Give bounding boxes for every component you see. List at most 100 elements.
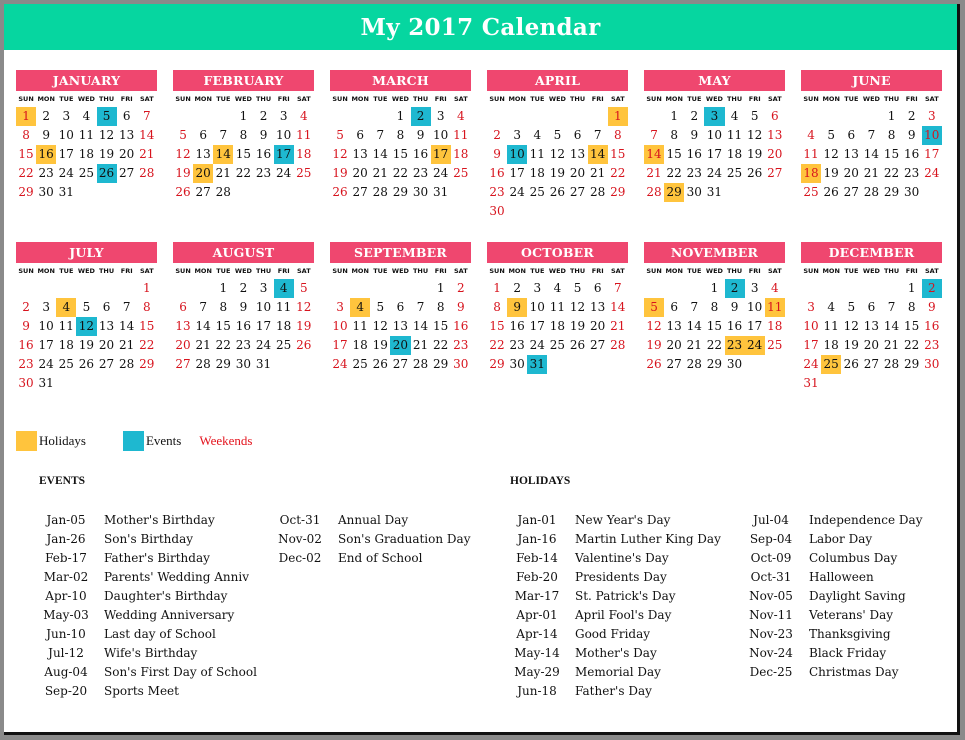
day-cell: 2 xyxy=(690,109,699,123)
day-cell: 1 xyxy=(219,281,228,295)
day-cell: 9 xyxy=(493,147,501,161)
weekday-label: TUE xyxy=(216,95,231,103)
day-cell: 14 xyxy=(610,300,626,314)
day-cell: 8 xyxy=(887,128,896,142)
day-cell: 22 xyxy=(215,338,231,352)
weekday-label: FRI xyxy=(120,267,133,275)
day-cell: 1 xyxy=(396,109,405,123)
month-january: JANUARY SUN MON TUE WED THU FRI SAT 1 2 3 4 5 6 7 8 9 10 1… xyxy=(16,70,157,202)
event-day-cell: 17 xyxy=(273,145,294,164)
day-cell: 15 xyxy=(904,319,920,333)
day-cell: 19 xyxy=(98,147,115,161)
list-item: Jan-16 Martin Luther King Day xyxy=(507,529,720,548)
day-cell: 12 xyxy=(823,147,839,161)
item-name: Last day of School xyxy=(104,626,216,641)
item-date: Mar-17 xyxy=(514,588,560,603)
day-cell: 25 xyxy=(296,166,312,180)
item-name: St. Patrick's Day xyxy=(575,588,676,603)
day-cell: 21 xyxy=(590,166,606,180)
item-name: Thanksgiving xyxy=(809,626,891,641)
month-header: OCTOBER xyxy=(487,242,628,263)
day-cell: 13 xyxy=(352,147,368,161)
list-item: Jun-10 Last day of School xyxy=(36,624,257,643)
weekday-label: WED xyxy=(862,95,880,103)
item-name: Wedding Anniversary xyxy=(104,607,235,622)
day-cell: 8 xyxy=(239,128,248,142)
empty-day xyxy=(882,279,902,298)
empty-day xyxy=(644,279,664,298)
empty-day xyxy=(568,107,588,126)
weekday-header-row: SUN MON TUE WED THU FRI SAT xyxy=(330,91,471,107)
day-cell: 16 xyxy=(255,147,272,161)
item-name: Columbus Day xyxy=(809,550,898,565)
day-cell: 26 xyxy=(78,357,95,371)
item-date: Nov-05 xyxy=(749,588,793,603)
day-cell: 27 xyxy=(590,338,606,352)
days-grid: 1 2 3 4 5 6 7 8 9 10 11 12 13 14 15 16 17 18 19 20 21 22 23 24 2… xyxy=(16,279,157,393)
day-cell: 27 xyxy=(392,357,409,371)
day-cell: 2 xyxy=(513,281,521,295)
day-cell: 28 xyxy=(686,357,702,371)
day-cell: 1 xyxy=(907,281,916,295)
day-cell: 2 xyxy=(239,281,248,295)
empty-day xyxy=(547,107,567,126)
weekday-label: MON xyxy=(37,95,55,103)
day-cell: 9 xyxy=(907,128,916,142)
weekday-label: SAT xyxy=(453,267,468,275)
item-name: Mother's Day xyxy=(575,645,657,660)
list-item: Apr-10 Daughter's Birthday xyxy=(36,586,257,605)
day-cell: 26 xyxy=(843,357,859,371)
item-date: May-03 xyxy=(43,607,89,622)
day-cell: 3 xyxy=(807,300,815,314)
weekday-label: MON xyxy=(665,95,683,103)
day-cell: 28 xyxy=(119,357,135,371)
weekday-label: THU xyxy=(98,267,115,275)
list-item: Dec-02 End of School xyxy=(270,548,470,567)
day-cell: 28 xyxy=(883,357,900,371)
day-cell: 30 xyxy=(686,185,702,199)
weekday-label: MON xyxy=(37,267,55,275)
month-header: JULY xyxy=(16,242,157,263)
weekday-label: TUE xyxy=(687,267,702,275)
day-cell: 24 xyxy=(255,338,272,352)
day-cell: 31 xyxy=(58,185,74,199)
day-cell: 24 xyxy=(509,185,525,199)
weekday-header-row: SUN MON TUE WED THU FRI SAT xyxy=(487,91,628,107)
day-cell: 21 xyxy=(412,338,429,352)
weekday-label: MON xyxy=(194,267,212,275)
month-header: JUNE xyxy=(801,70,942,91)
day-cell: 20 xyxy=(666,338,682,352)
item-name: Wife's Birthday xyxy=(104,645,198,660)
day-cell: 19 xyxy=(549,166,566,180)
day-cell: 29 xyxy=(904,357,920,371)
day-cell: 2 xyxy=(22,300,30,314)
event-day-cell: 2 xyxy=(724,279,745,298)
day-cell: 11 xyxy=(803,147,819,161)
day-cell: 25 xyxy=(767,338,783,352)
event-day-cell: 2 xyxy=(410,107,431,126)
weekday-label: THU xyxy=(412,267,429,275)
day-cell: 20 xyxy=(590,319,606,333)
day-cell: 19 xyxy=(78,338,95,352)
day-cell: 10 xyxy=(747,300,763,314)
item-name: Father's Birthday xyxy=(104,550,210,565)
holiday-day-cell: 4 xyxy=(350,298,371,317)
empty-day xyxy=(841,107,861,126)
day-cell: 25 xyxy=(352,357,368,371)
day-cell: 14 xyxy=(883,319,900,333)
day-cell: 9 xyxy=(730,300,739,314)
day-cell: 23 xyxy=(255,166,272,180)
day-cell: 27 xyxy=(98,357,115,371)
day-cell: 22 xyxy=(489,338,505,352)
empty-day xyxy=(684,279,704,298)
day-cell: 6 xyxy=(102,300,111,314)
weekday-label: FRI xyxy=(434,95,447,103)
weekday-label: FRI xyxy=(748,267,761,275)
weekday-header-row: SUN MON TUE WED THU FRI SAT xyxy=(173,91,314,107)
day-cell: 28 xyxy=(195,357,211,371)
day-cell: 19 xyxy=(646,338,662,352)
item-date: May-14 xyxy=(514,645,560,660)
weekday-header-row: SUN MON TUE WED THU FRI SAT xyxy=(16,263,157,279)
weekday-label: SUN xyxy=(175,267,191,275)
empty-day xyxy=(330,279,350,298)
